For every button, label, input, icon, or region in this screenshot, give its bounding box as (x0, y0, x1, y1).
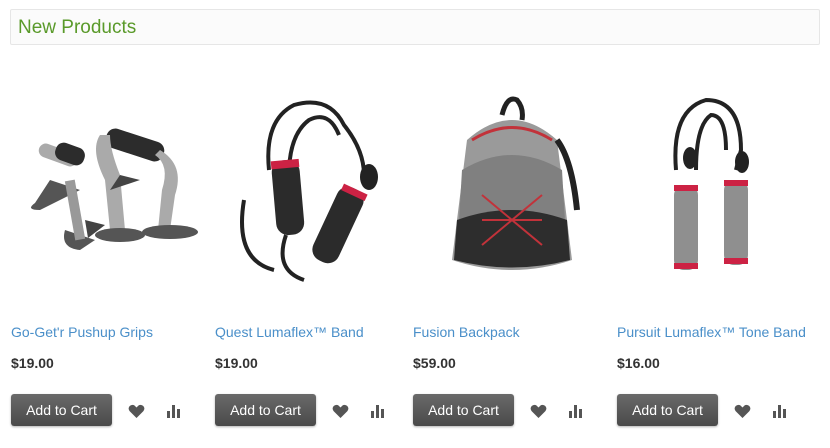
add-to-cart-button[interactable]: Add to Cart (413, 394, 514, 426)
bar-chart-icon[interactable] (771, 402, 789, 420)
product-name-link[interactable]: Fusion Backpack (413, 324, 520, 340)
add-to-cart-button[interactable]: Add to Cart (617, 394, 718, 426)
product-image[interactable] (214, 80, 410, 290)
product-card: Quest Lumaflex™ Band $19.00 Add to Cart (214, 80, 410, 430)
product-image[interactable] (616, 80, 812, 290)
heart-icon[interactable] (331, 402, 349, 420)
bar-chart-icon[interactable] (567, 402, 585, 420)
heart-icon[interactable] (529, 402, 547, 420)
add-to-cart-button[interactable]: Add to Cart (215, 394, 316, 426)
product-price: $19.00 (11, 355, 54, 371)
product-name-link[interactable]: Quest Lumaflex™ Band (215, 324, 364, 340)
product-card: Pursuit Lumaflex™ Tone Band $16.00 Add t… (616, 80, 812, 430)
product-card: Go-Get'r Pushup Grips $19.00 Add to Cart (10, 80, 206, 430)
product-name-link[interactable]: Pursuit Lumaflex™ Tone Band (617, 324, 806, 340)
product-image[interactable] (412, 80, 608, 290)
product-name-link[interactable]: Go-Get'r Pushup Grips (11, 324, 153, 340)
product-price: $59.00 (413, 355, 456, 371)
product-image[interactable] (10, 80, 206, 290)
product-card: Fusion Backpack $59.00 Add to Cart (412, 80, 608, 430)
section-title: New Products (18, 17, 137, 38)
add-to-cart-button[interactable]: Add to Cart (11, 394, 112, 426)
section-header: New Products (10, 9, 820, 45)
heart-icon[interactable] (127, 402, 145, 420)
product-price: $16.00 (617, 355, 660, 371)
heart-icon[interactable] (733, 402, 751, 420)
bar-chart-icon[interactable] (165, 402, 183, 420)
bar-chart-icon[interactable] (369, 402, 387, 420)
product-price: $19.00 (215, 355, 258, 371)
